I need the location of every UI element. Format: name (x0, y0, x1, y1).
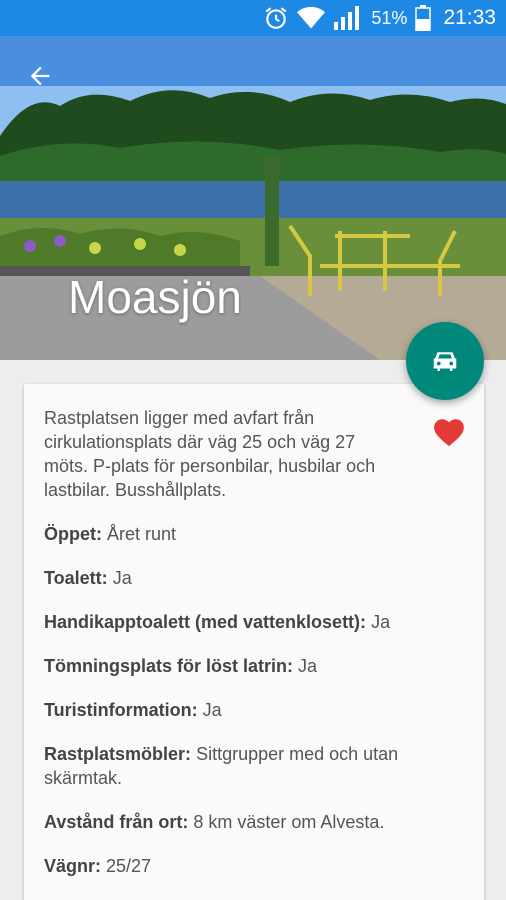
field-label: Vägnr: (44, 856, 102, 876)
status-time: 21:33 (443, 6, 496, 29)
field-label: Handikapptoalett (med vattenklosett): (44, 612, 367, 632)
field-value: Ja (112, 568, 132, 588)
battery-icon (415, 5, 432, 31)
field-value: Ja (371, 612, 391, 632)
page-title: Moasjön (68, 271, 242, 323)
field-road-number: Vägnr: 25/27 (44, 854, 434, 878)
wifi-icon (297, 6, 326, 30)
field-label: Tömningsplats för löst latrin: (44, 656, 294, 676)
field-label: Toalett: (44, 568, 108, 588)
field-accessible-toilet: Handikapptoalett (med vattenklosett): Ja (44, 610, 434, 634)
field-toilet: Toalett: Ja (44, 566, 434, 590)
field-distance: Avstånd från ort: 8 km väster om Alvesta… (44, 810, 434, 834)
field-label: Öppet: (44, 524, 102, 544)
field-value: Ja (202, 700, 222, 720)
signal-icon (333, 6, 363, 30)
field-label: Avstånd från ort: (44, 812, 189, 832)
field-latrine-emptying: Tömningsplats för löst latrin: Ja (44, 654, 434, 678)
info-card: Rastplatsen ligger med avfart från cirku… (24, 384, 484, 900)
field-label: Rastplatsmöbler: (44, 744, 192, 764)
car-icon (433, 352, 457, 371)
heart-icon (434, 419, 464, 447)
status-bar: 51% 21:33 (0, 0, 506, 36)
alarm-icon (263, 5, 289, 31)
back-button[interactable] (22, 58, 58, 94)
description: Rastplatsen ligger med avfart från cirku… (44, 408, 376, 500)
field-value: 8 km väster om Alvesta. (193, 812, 385, 832)
battery-percent: 51% (371, 7, 408, 28)
field-value: 25/27 (106, 856, 152, 876)
field-furniture: Rastplatsmöbler: Sittgrupper med och uta… (44, 742, 434, 790)
directions-button[interactable] (406, 322, 484, 400)
field-tourist-info: Turistinformation: Ja (44, 698, 434, 722)
field-value: Året runt (107, 524, 177, 544)
favorite-button[interactable] (432, 416, 466, 448)
field-label: Turistinformation: (44, 700, 198, 720)
field-value: Ja (298, 656, 318, 676)
field-open: Öppet: Året runt (44, 522, 434, 546)
arrow-back-icon (30, 66, 50, 86)
